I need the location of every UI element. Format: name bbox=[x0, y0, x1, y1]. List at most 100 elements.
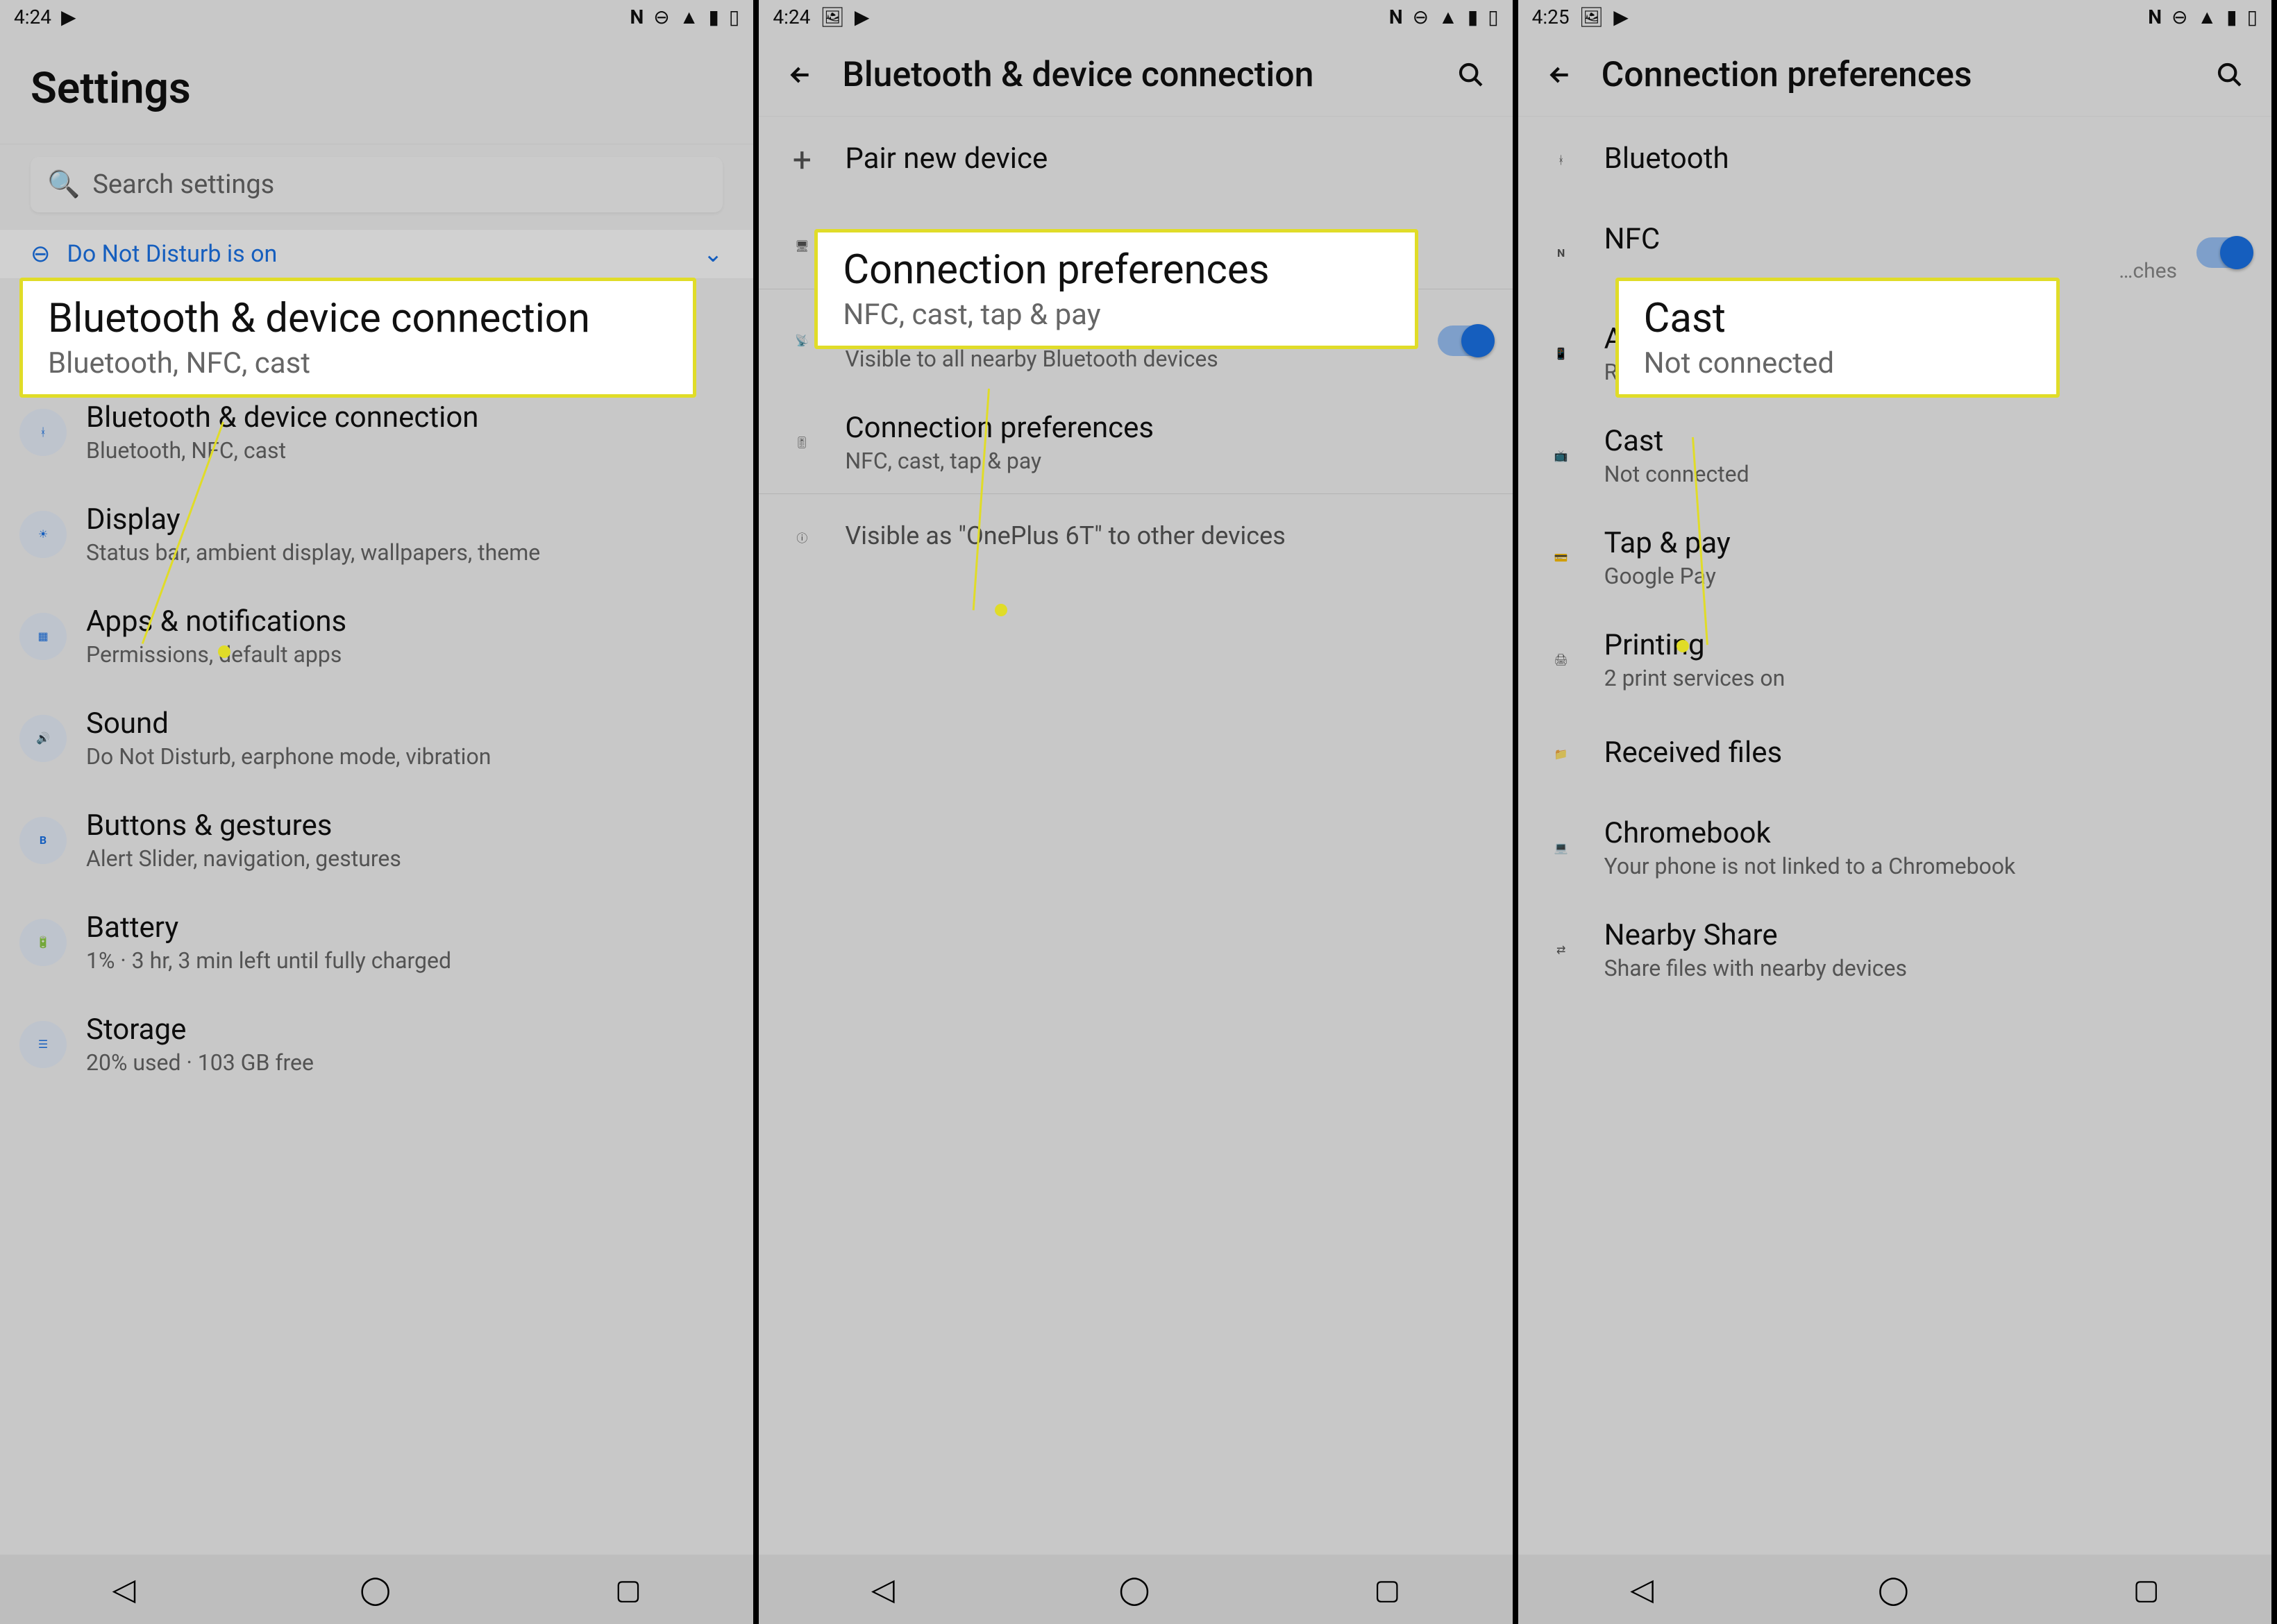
phone-settings: 4:24 ▶ N ⊖ ▲ ▮ ▯ Settings 🔍 Search setti… bbox=[0, 0, 759, 1624]
print-icon: 🖨 bbox=[1554, 653, 1568, 666]
item-connection-preferences[interactable]: 🎚 Connection preferences NFC, cast, tap … bbox=[759, 391, 1512, 493]
beam-icon: 📱 bbox=[1554, 347, 1568, 360]
search-button[interactable] bbox=[1449, 53, 1493, 97]
signal-icon: ▮ bbox=[708, 6, 719, 28]
discoverable-icon: 📡 bbox=[795, 334, 809, 347]
item-sub: Status bar, ambient display, wallpapers,… bbox=[86, 539, 734, 566]
status-time: 4:24 bbox=[773, 6, 810, 28]
item-display[interactable]: ☀ Display Status bar, ambient display, w… bbox=[0, 483, 753, 585]
buttons-icon: B bbox=[40, 834, 47, 847]
screenshot-icon: 🖼 bbox=[820, 6, 845, 28]
info-icon: ⓘ bbox=[796, 529, 807, 545]
item-title: Sound bbox=[86, 707, 734, 741]
callout-cast: Cast Not connected bbox=[1615, 278, 2060, 398]
bluetooth-icon: ᚼ bbox=[1558, 153, 1565, 167]
preferences-icon: 🎚 bbox=[795, 436, 809, 449]
back-button[interactable] bbox=[778, 53, 823, 97]
nav-back-icon[interactable]: ◁ bbox=[871, 1571, 895, 1607]
callout-sub: Bluetooth, NFC, cast bbox=[48, 346, 668, 380]
wifi-icon: ▲ bbox=[1438, 6, 1458, 28]
item-title: Bluetooth & device connection bbox=[86, 400, 734, 434]
item-title: Buttons & gestures bbox=[86, 809, 734, 843]
item-storage[interactable]: ☰ Storage 20% used · 103 GB free bbox=[0, 993, 753, 1095]
nfc-toggle[interactable] bbox=[2196, 237, 2252, 268]
nearby-icon: ⇄ bbox=[1556, 943, 1565, 956]
search-button[interactable] bbox=[2208, 53, 2252, 97]
item-sub: 20% used · 103 GB free bbox=[86, 1049, 734, 1076]
item-sub: 2 print services on bbox=[1604, 665, 2252, 691]
callout-sub: Not connected bbox=[1644, 346, 2031, 380]
plus-icon: + bbox=[793, 140, 812, 180]
nav-home-icon[interactable]: ◯ bbox=[1878, 1573, 1909, 1606]
item-sub: Permissions, default apps bbox=[86, 641, 734, 668]
back-button[interactable] bbox=[1538, 53, 1582, 97]
item-bluetooth[interactable]: ᚼ Bluetooth bbox=[1518, 117, 2271, 203]
navbar: ◁ ◯ ▢ bbox=[1518, 1555, 2271, 1624]
navbar: ◁ ◯ ▢ bbox=[759, 1555, 1512, 1624]
screenshot-icon: 🖼 bbox=[1579, 6, 1604, 28]
status-time: 4:24 bbox=[14, 6, 51, 28]
search-settings[interactable]: 🔍 Search settings bbox=[31, 157, 723, 212]
nav-home-icon[interactable]: ◯ bbox=[360, 1573, 391, 1606]
page-title: Bluetooth & device connection bbox=[842, 55, 1429, 95]
item-tap-pay[interactable]: 💳 Tap & pay Google Pay bbox=[1518, 507, 2271, 609]
dnd-banner-icon: ⊖ bbox=[31, 240, 51, 268]
item-title: Bluetooth bbox=[1604, 142, 2252, 176]
dnd-icon: ⊖ bbox=[1413, 6, 1429, 28]
phone-conn-pref: 4:25 🖼 ▶ N ⊖ ▲ ▮ ▯ Connection preference… bbox=[1518, 0, 2277, 1624]
callout-connpref: Connection preferences NFC, cast, tap & … bbox=[814, 229, 1418, 349]
chromebook-icon: 💻 bbox=[1554, 841, 1568, 854]
item-chromebook[interactable]: 💻 Chromebook Your phone is not linked to… bbox=[1518, 797, 2271, 899]
item-sub: Alert Slider, navigation, gestures bbox=[86, 845, 734, 872]
chevron-down-icon: ⌄ bbox=[703, 240, 723, 268]
discoverable-toggle[interactable] bbox=[1438, 325, 1493, 356]
tap-pay-icon: 💳 bbox=[1554, 551, 1568, 564]
item-title: Apps & notifications bbox=[86, 604, 734, 638]
item-received-files[interactable]: 📁 Received files bbox=[1518, 711, 2271, 797]
callout-dot bbox=[1677, 640, 1689, 652]
item-pair-new[interactable]: + Pair new device bbox=[759, 117, 1512, 203]
cast-icon: 📺 bbox=[1554, 449, 1568, 462]
item-sub: 1% · 3 hr, 3 min left until fully charge… bbox=[86, 947, 734, 974]
item-apps[interactable]: ▦ Apps & notifications Permissions, defa… bbox=[0, 585, 753, 687]
display-icon: ☀ bbox=[38, 527, 48, 541]
item-title: Cast bbox=[1604, 424, 2252, 458]
nav-back-icon[interactable]: ◁ bbox=[1630, 1571, 1654, 1607]
status-time: 4:25 bbox=[1532, 6, 1570, 28]
nav-home-icon[interactable]: ◯ bbox=[1119, 1573, 1150, 1606]
nav-recent-icon[interactable]: ▢ bbox=[615, 1573, 641, 1606]
item-buttons[interactable]: B Buttons & gestures Alert Slider, navig… bbox=[0, 789, 753, 891]
status-bar: 4:25 🖼 ▶ N ⊖ ▲ ▮ ▯ bbox=[1518, 0, 2271, 33]
battery-icon: ▯ bbox=[729, 6, 739, 28]
item-sound[interactable]: 🔊 Sound Do Not Disturb, earphone mode, v… bbox=[0, 687, 753, 789]
nfc-icon: N bbox=[2148, 6, 2162, 28]
nav-recent-icon[interactable]: ▢ bbox=[1374, 1573, 1400, 1606]
item-sub: NFC, cast, tap & pay bbox=[845, 448, 1493, 474]
status-bar: 4:24 🖼 ▶ N ⊖ ▲ ▮ ▯ bbox=[759, 0, 1512, 33]
item-battery[interactable]: 🔋 Battery 1% · 3 hr, 3 min left until fu… bbox=[0, 891, 753, 993]
item-title: Nearby Share bbox=[1604, 918, 2252, 952]
nfc-icon: N bbox=[1389, 6, 1403, 28]
folder-icon: 📁 bbox=[1554, 747, 1568, 761]
item-title: Chromebook bbox=[1604, 816, 2252, 850]
item-title: Pair new device bbox=[845, 142, 1493, 176]
dnd-banner[interactable]: ⊖ Do Not Disturb is on ⌄ bbox=[0, 229, 753, 279]
search-placeholder: Search settings bbox=[92, 169, 274, 200]
devices-icon: 🖥 bbox=[795, 239, 809, 253]
nav-recent-icon[interactable]: ▢ bbox=[2133, 1573, 2160, 1606]
page-title: Settings bbox=[31, 63, 734, 114]
item-title: Storage bbox=[86, 1013, 734, 1047]
item-sub: Not connected bbox=[1604, 461, 2252, 487]
play-store-icon: ▶ bbox=[855, 6, 870, 28]
battery-icon: ▯ bbox=[2247, 6, 2258, 28]
item-cast[interactable]: 📺 Cast Not connected bbox=[1518, 405, 2271, 507]
callout-title: Cast bbox=[1644, 295, 2031, 342]
appbar: Connection preferences bbox=[1518, 33, 2271, 117]
item-title: Battery bbox=[86, 911, 734, 945]
item-printing[interactable]: 🖨 Printing 2 print services on bbox=[1518, 609, 2271, 711]
battery-icon: 🔋 bbox=[36, 936, 50, 949]
callout-sub: NFC, cast, tap & pay bbox=[843, 298, 1390, 332]
nav-back-icon[interactable]: ◁ bbox=[112, 1571, 135, 1607]
item-nearby-share[interactable]: ⇄ Nearby Share Share files with nearby d… bbox=[1518, 899, 2271, 1001]
callout-dot bbox=[218, 645, 230, 658]
